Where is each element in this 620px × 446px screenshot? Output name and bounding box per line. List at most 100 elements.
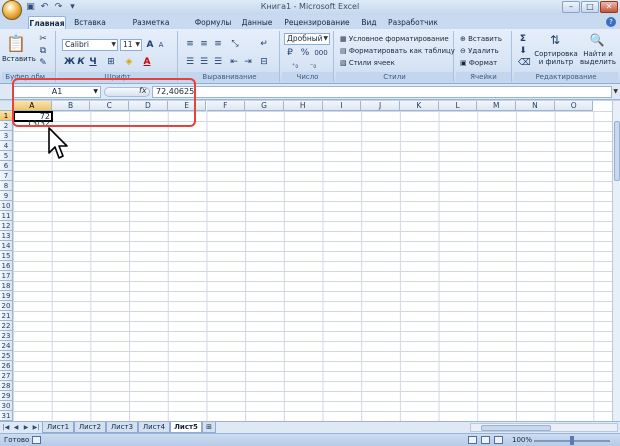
conditional-formatting-button[interactable]: ▦ Условное форматирование xyxy=(340,34,449,45)
row-header-8[interactable]: 8 xyxy=(0,181,13,191)
vertical-scrollbar[interactable] xyxy=(612,101,620,421)
row-header-12[interactable]: 12 xyxy=(0,221,13,231)
align-middle-icon[interactable]: ≡ xyxy=(198,39,210,49)
format-as-table-button[interactable]: ▤ Форматировать как таблицу xyxy=(340,46,455,57)
sort-filter-button[interactable]: Сортировка и фильтр xyxy=(534,50,578,66)
row-header-9[interactable]: 9 xyxy=(0,191,13,201)
tab-review[interactable]: Рецензирование xyxy=(281,16,353,29)
align-bottom-icon[interactable]: ≡ xyxy=(212,39,224,49)
tab-view[interactable]: Вид xyxy=(356,16,382,29)
tab-formulas[interactable]: Формулы xyxy=(192,16,234,29)
insert-sheet-icon[interactable]: ⊞ xyxy=(202,422,216,433)
column-header-f[interactable]: F xyxy=(206,101,246,111)
decrease-indent-icon[interactable]: ⇤ xyxy=(228,57,240,67)
wrap-text-icon[interactable]: ↵ xyxy=(258,39,270,49)
merge-cells-icon[interactable]: ⊟ xyxy=(258,57,270,67)
tab-developer[interactable]: Разработчик xyxy=(386,16,440,29)
close-button[interactable]: ✕ xyxy=(600,1,618,13)
tab-data[interactable]: Данные xyxy=(237,16,277,29)
font-color-icon[interactable]: A xyxy=(140,57,154,67)
column-header-j[interactable]: J xyxy=(361,101,400,111)
row-header-13[interactable]: 13 xyxy=(0,231,13,241)
insert-function-button[interactable]: fx xyxy=(139,86,147,95)
row-header-28[interactable]: 28 xyxy=(0,381,13,391)
row-header-7[interactable]: 7 xyxy=(0,171,13,181)
insert-cells-button[interactable]: ⊕ Вставить xyxy=(460,34,502,45)
sheet-tab-4[interactable]: Лист4 xyxy=(138,422,170,433)
first-sheet-icon[interactable]: |◀ xyxy=(2,423,10,432)
font-size-combo[interactable]: 11 ▼ xyxy=(120,39,142,51)
bold-button[interactable]: Ж xyxy=(64,57,75,67)
office-button[interactable] xyxy=(2,0,22,20)
last-sheet-icon[interactable]: ▶| xyxy=(32,423,40,432)
formula-input[interactable]: 72,40625 xyxy=(152,86,612,98)
fill-icon[interactable]: ⬇ xyxy=(518,46,528,56)
row-header-30[interactable]: 30 xyxy=(0,401,13,411)
orientation-icon[interactable]: ⤡ xyxy=(228,39,242,49)
horizontal-scrollbar[interactable] xyxy=(470,423,618,432)
fill-color-icon[interactable]: ◈ xyxy=(122,57,136,67)
column-header-h[interactable]: H xyxy=(283,101,323,111)
number-format-combo[interactable]: Дробный ▼ xyxy=(284,33,330,45)
decrease-decimal-icon[interactable]: ⁻₀ xyxy=(306,61,320,71)
row-header-16[interactable]: 16 xyxy=(0,261,13,271)
row-header-23[interactable]: 23 xyxy=(0,331,13,341)
sheet-tab-2[interactable]: Лист2 xyxy=(74,422,106,433)
align-center-icon[interactable]: ☰ xyxy=(198,57,210,67)
page-break-view-icon[interactable] xyxy=(494,436,503,444)
column-header-l[interactable]: L xyxy=(438,101,478,111)
increase-decimal-icon[interactable]: ⁺₀ xyxy=(288,61,302,71)
autosum-button[interactable]: Σ xyxy=(518,34,528,44)
paste-button[interactable]: Вставить xyxy=(2,55,36,63)
tab-home[interactable]: Главная xyxy=(28,16,66,29)
row-header-5[interactable]: 5 xyxy=(0,151,13,161)
format-cells-button[interactable]: ▣ Формат xyxy=(460,58,497,69)
normal-view-icon[interactable] xyxy=(468,436,477,444)
scroll-thumb[interactable] xyxy=(614,121,620,181)
cut-icon[interactable]: ✂ xyxy=(38,34,48,44)
active-cell[interactable]: 72 13/32 xyxy=(13,111,53,128)
select-all-button[interactable] xyxy=(0,101,13,111)
macro-record-icon[interactable] xyxy=(32,436,41,444)
row-header-25[interactable]: 25 xyxy=(0,351,13,361)
cell-styles-button[interactable]: ▧ Стили ячеек xyxy=(340,58,395,69)
worksheet-grid[interactable]: ABCDEFGHIJKLMNO 1 2 3 4 5 6 7 8 9 10 11 12 13 14 15 16 1… xyxy=(0,101,620,421)
scroll-thumb[interactable] xyxy=(481,425,551,431)
name-box[interactable]: A1 ▼ xyxy=(13,86,101,98)
thousands-button[interactable]: 000 xyxy=(312,48,330,58)
row-header-17[interactable]: 17 xyxy=(0,271,13,281)
column-header-o[interactable]: O xyxy=(554,101,594,111)
align-left-icon[interactable]: ☰ xyxy=(184,57,196,67)
expand-formula-bar-icon[interactable]: ▼ xyxy=(613,88,618,95)
prev-sheet-icon[interactable]: ◀ xyxy=(12,423,20,432)
column-header-d[interactable]: D xyxy=(129,101,168,111)
borders-icon[interactable]: ⊞ xyxy=(104,57,118,67)
maximize-button[interactable]: □ xyxy=(581,1,599,13)
zoom-level[interactable]: 100% xyxy=(512,436,532,444)
row-header-20[interactable]: 20 xyxy=(0,301,13,311)
sheet-tab-5[interactable]: Лист5 xyxy=(170,422,202,433)
row-header-3[interactable]: 3 xyxy=(0,131,13,141)
row-header-21[interactable]: 21 xyxy=(0,311,13,321)
format-painter-icon[interactable]: ✎ xyxy=(38,58,48,68)
row-header-11[interactable]: 11 xyxy=(0,211,13,221)
row-header-2[interactable]: 2 xyxy=(0,121,13,131)
next-sheet-icon[interactable]: ▶ xyxy=(22,423,30,432)
column-header-a[interactable]: A xyxy=(13,101,52,111)
row-header-15[interactable]: 15 xyxy=(0,251,13,261)
row-header-6[interactable]: 6 xyxy=(0,161,13,171)
column-header-k[interactable]: K xyxy=(400,101,439,111)
row-header-14[interactable]: 14 xyxy=(0,241,13,251)
copy-icon[interactable]: ⧉ xyxy=(38,46,48,56)
row-header-19[interactable]: 19 xyxy=(0,291,13,301)
column-header-c[interactable]: C xyxy=(90,101,130,111)
align-top-icon[interactable]: ≡ xyxy=(184,39,196,49)
column-header-i[interactable]: I xyxy=(322,101,362,111)
help-icon[interactable]: ? xyxy=(606,17,616,27)
sheet-tab-3[interactable]: Лист3 xyxy=(106,422,138,433)
column-header-n[interactable]: N xyxy=(516,101,555,111)
column-header-g[interactable]: G xyxy=(245,101,284,111)
row-header-18[interactable]: 18 xyxy=(0,281,13,291)
row-header-29[interactable]: 29 xyxy=(0,391,13,401)
find-select-button[interactable]: Найти и выделить xyxy=(578,50,618,66)
